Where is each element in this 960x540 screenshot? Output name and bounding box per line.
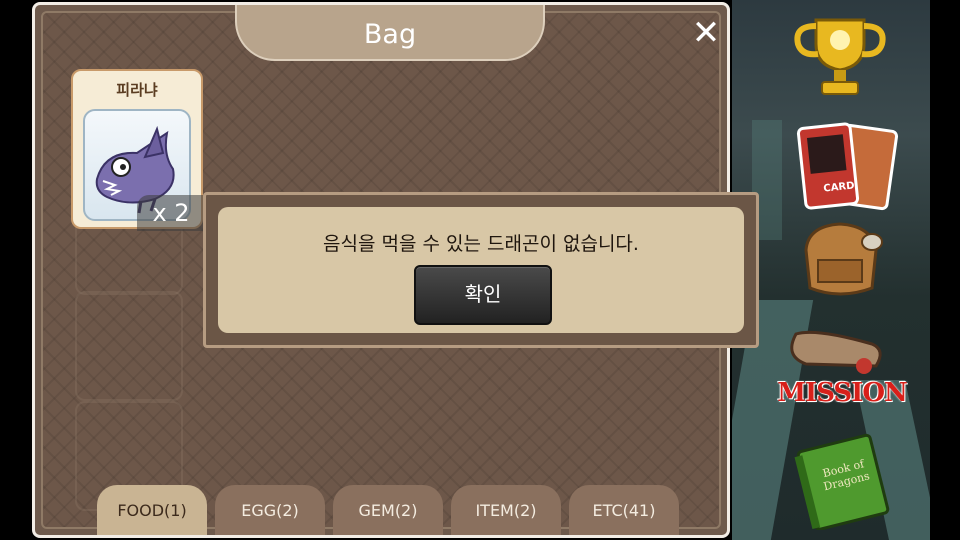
dialog-message: 음식을 먹을 수 있는 드래곤이 없습니다. bbox=[323, 233, 639, 255]
item-count-badge: x 2 bbox=[137, 195, 205, 231]
tab-etc[interactable]: ETC(41) bbox=[569, 485, 679, 535]
item-name: 피라냐 bbox=[116, 81, 158, 99]
alert-dialog: 음식을 먹을 수 있는 드래곤이 없습니다. 확인 bbox=[203, 192, 759, 348]
right-letterbox bbox=[930, 0, 960, 540]
confirm-button[interactable]: 확인 bbox=[414, 265, 552, 325]
tab-gem[interactable]: GEM(2) bbox=[333, 485, 443, 535]
backpack-button[interactable] bbox=[792, 216, 888, 302]
mission-label: MISSION bbox=[777, 378, 908, 408]
empty-slot bbox=[75, 291, 183, 401]
card-icon bbox=[796, 122, 899, 211]
backpack-icon bbox=[804, 222, 883, 296]
left-letterbox bbox=[0, 0, 30, 540]
trophy-icon bbox=[794, 18, 886, 95]
card-button[interactable]: CARD bbox=[796, 122, 900, 214]
close-button[interactable]: ✕ bbox=[685, 13, 727, 55]
mission-button[interactable]: MISSION bbox=[776, 326, 908, 420]
tab-item[interactable]: ITEM(2) bbox=[451, 485, 561, 535]
dialog-body: 음식을 먹을 수 있는 드래곤이 없습니다. 확인 bbox=[218, 207, 744, 333]
tab-egg[interactable]: EGG(2) bbox=[215, 485, 325, 535]
trophy-button[interactable] bbox=[788, 14, 892, 98]
bag-title: Bag bbox=[363, 19, 417, 50]
book-of-dragons-button[interactable]: Book of Dragons bbox=[790, 432, 898, 531]
tab-food[interactable]: FOOD(1) bbox=[97, 485, 207, 535]
